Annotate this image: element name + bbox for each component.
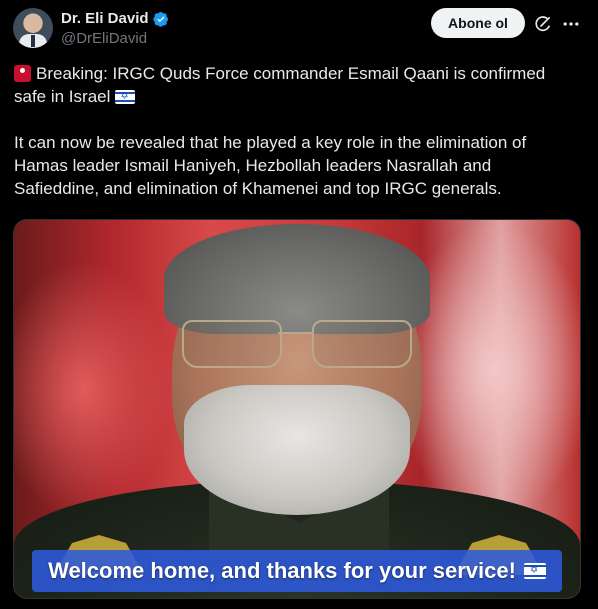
follow-button[interactable]: Abone ol [431,8,525,38]
verified-badge-icon [152,11,169,27]
more-options-icon[interactable] [561,14,581,34]
post-text: Breaking: IRGC Quds Force commander Esma… [14,62,574,200]
siren-emoji-icon [14,65,31,82]
post-line-2: It can now be revealed that he played a … [14,133,527,198]
image-caption: Welcome home, and thanks for your servic… [48,558,516,583]
post: Dr. Eli David @DrEliDavid Abone ol Break… [0,0,598,609]
author-handle[interactable]: @DrEliDavid [61,30,147,47]
image-caption-bar: Welcome home, and thanks for your servic… [32,550,562,592]
post-line-1: Breaking: IRGC Quds Force commander Esma… [14,62,574,108]
israel-flag-icon [523,563,546,579]
grok-icon[interactable] [533,14,553,34]
author-name-row[interactable]: Dr. Eli David [61,10,169,27]
post-header: Dr. Eli David @DrEliDavid Abone ol [13,8,585,50]
israel-flag-icon [115,90,136,104]
avatar[interactable] [13,8,53,48]
post-line-1-text: Breaking: IRGC Quds Force commander Esma… [14,64,546,106]
glasses [182,320,412,370]
author-display-name[interactable]: Dr. Eli David [61,10,149,27]
post-image[interactable]: Welcome home, and thanks for your servic… [13,219,581,599]
